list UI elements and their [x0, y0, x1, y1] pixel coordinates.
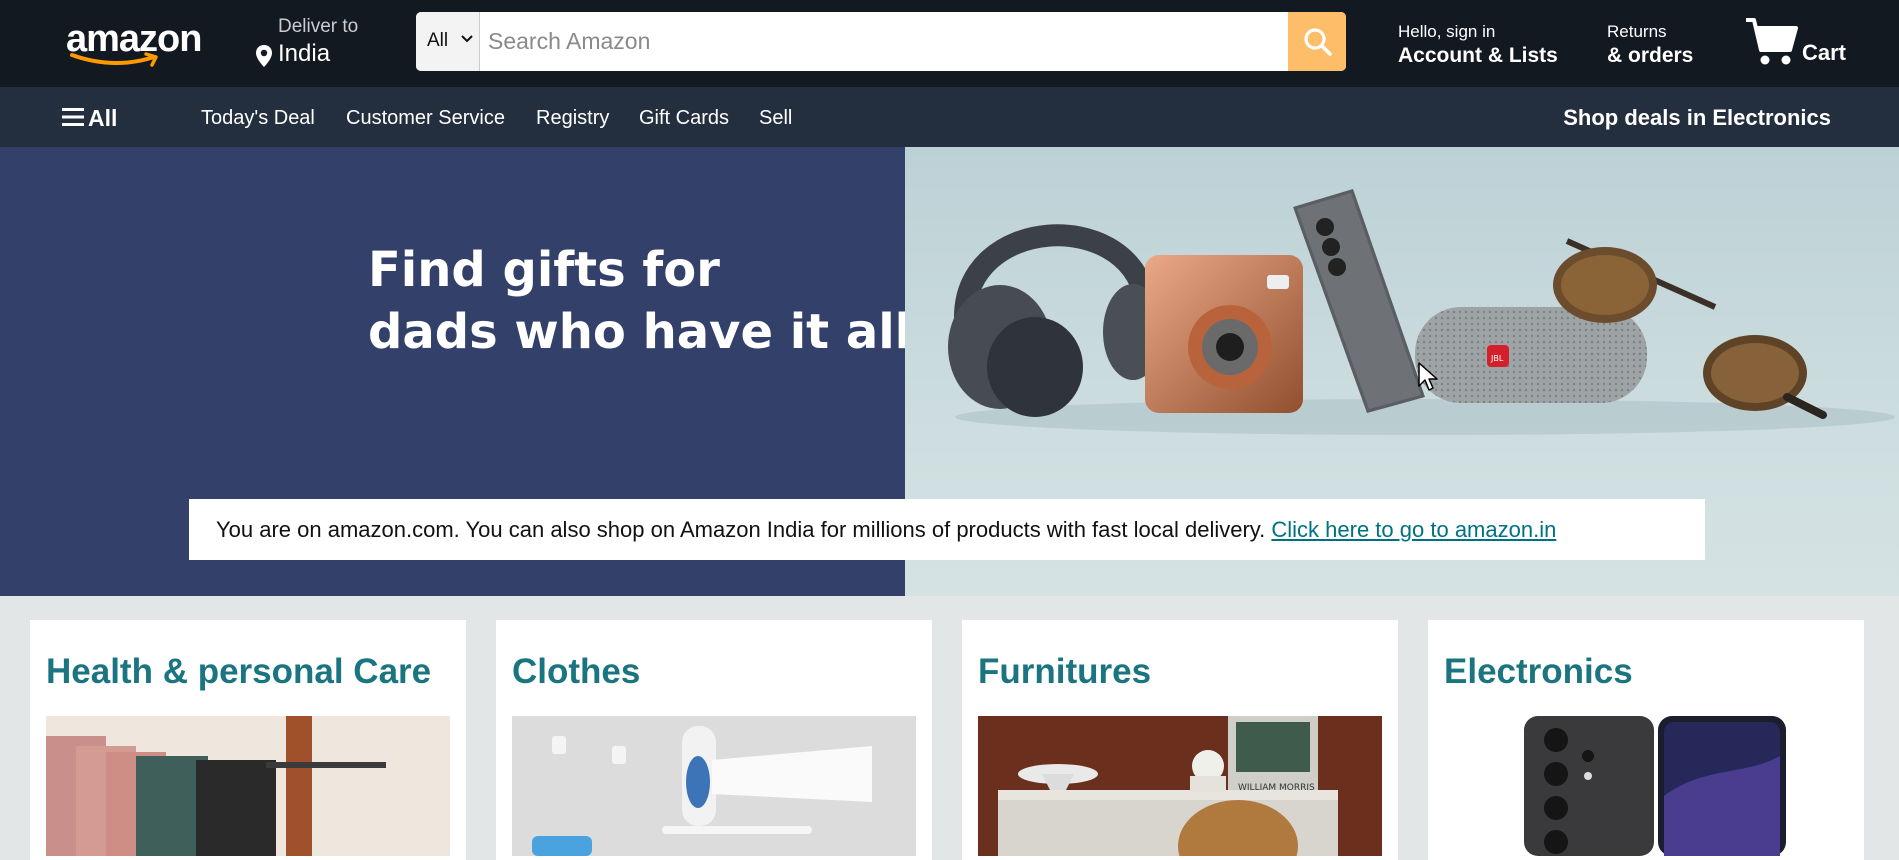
returns-and-orders[interactable]: Returns & orders [1607, 22, 1693, 68]
nav-registry[interactable]: Registry [536, 107, 609, 130]
hamburger-menu-icon [62, 108, 84, 126]
go-to-amazon-in-link[interactable]: Click here to go to amazon.in [1271, 517, 1556, 542]
locale-notice-banner: You are on amazon.com. You can also shop… [189, 499, 1705, 560]
health-card-image[interactable] [46, 716, 450, 856]
nav-todays-deal[interactable]: Today's Deal [201, 107, 315, 130]
account-and-lists[interactable]: Hello, sign in Account & Lists [1398, 22, 1558, 68]
hero-title: Find gifts for dads who have it all [368, 239, 928, 363]
electronics-card-image[interactable] [1444, 716, 1848, 856]
svg-text:JBL: JBL [1490, 354, 1504, 363]
account-greeting: Hello, sign in [1398, 22, 1496, 41]
mouse-cursor-icon [1418, 362, 1438, 391]
location-pin-icon [256, 45, 272, 67]
locale-notice-message: You are on amazon.com. You can also shop… [216, 517, 1272, 542]
card-title[interactable]: Health & personal Care [46, 652, 431, 692]
returns-label: Returns [1607, 22, 1667, 41]
electronics-products-illustration [1444, 716, 1848, 856]
card-title[interactable]: Furnitures [978, 652, 1151, 692]
all-menu-label: All [88, 105, 118, 131]
cart-icon [1746, 18, 1798, 65]
search-bar: All [416, 12, 1346, 71]
locale-notice-text: You are on amazon.com. You can also shop… [216, 517, 1556, 543]
cart-button[interactable]: Cart [1744, 16, 1884, 72]
orders-label: & orders [1607, 44, 1694, 67]
headphones-image [948, 224, 1163, 417]
furniture-card-image[interactable]: WILLIAM MORRIS [978, 716, 1382, 856]
card-title[interactable]: Electronics [1444, 652, 1633, 692]
nav-gift-cards[interactable]: Gift Cards [639, 107, 729, 130]
card-title[interactable]: Clothes [512, 652, 640, 692]
deliver-country: India [278, 40, 331, 67]
category-card-furnitures[interactable]: Furnitures WILLIAM MORRIS [962, 620, 1398, 860]
logo-smile-icon [70, 52, 158, 67]
clothes-products-illustration [512, 716, 916, 856]
category-card-electronics[interactable]: Electronics [1428, 620, 1864, 860]
hero-banner[interactable]: Find gifts for dads who have it all JBL … [0, 147, 1899, 596]
instant-camera-image [1145, 255, 1303, 413]
secondary-navigation-bar: All Today's Deal Customer Service Regist… [0, 87, 1899, 147]
clothes-card-image[interactable] [512, 716, 916, 856]
account-lists-label: Account & Lists [1398, 44, 1558, 67]
cart-label: Cart [1802, 40, 1847, 65]
chevron-down-icon [461, 35, 473, 43]
category-card-health[interactable]: Health & personal Care [30, 620, 466, 860]
search-category-label: All [427, 30, 449, 51]
amazon-logo[interactable]: amazon [64, 18, 202, 68]
hero-title-line2: dads who have it all [368, 304, 912, 360]
search-button[interactable] [1288, 12, 1346, 71]
search-icon [1304, 28, 1332, 56]
smartphone-image [1293, 189, 1425, 413]
furniture-products-illustration: WILLIAM MORRIS [978, 716, 1382, 856]
category-card-clothes[interactable]: Clothes [496, 620, 932, 860]
search-input[interactable] [482, 12, 1280, 71]
shop-deals-electronics-link[interactable]: Shop deals in Electronics [1563, 105, 1831, 131]
search-category-dropdown[interactable]: All [416, 12, 480, 71]
deliver-to-label: Deliver to [278, 16, 359, 37]
hero-title-line1: Find gifts for [368, 242, 720, 298]
nav-sell[interactable]: Sell [759, 107, 792, 130]
health-products-illustration [46, 716, 450, 856]
nav-customer-service[interactable]: Customer Service [346, 107, 505, 130]
top-navigation-bar: amazon Deliver to India All Hello [0, 0, 1899, 87]
